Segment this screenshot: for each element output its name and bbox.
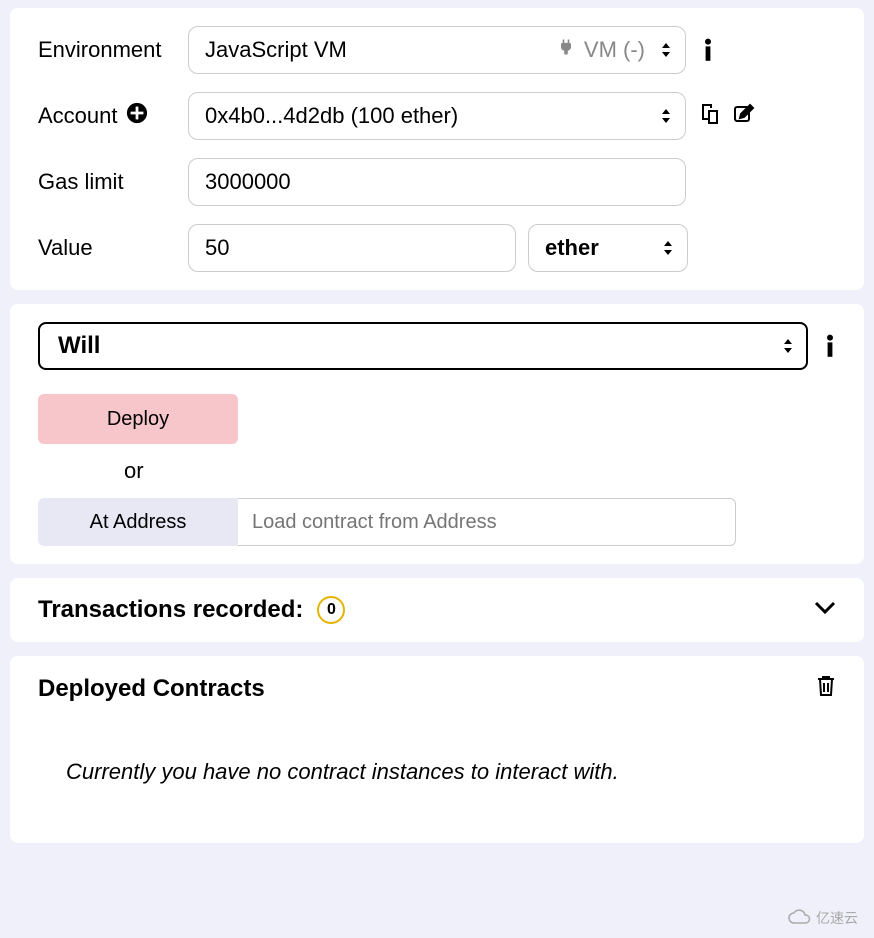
gas-limit-row: Gas limit (38, 158, 836, 206)
plug-icon (556, 37, 576, 63)
account-label: Account (38, 102, 188, 130)
account-value: 0x4b0...4d2db (100 ether) (205, 103, 458, 129)
environment-info-icon[interactable] (702, 38, 714, 62)
chevron-sort-icon (782, 336, 794, 356)
account-row: Account 0x4b0...4d2db (100 ether) (38, 92, 836, 140)
deployed-contracts-panel: Deployed Contracts Currently you have no… (10, 656, 864, 843)
gas-limit-input[interactable] (188, 158, 686, 206)
deployed-contracts-title: Deployed Contracts (38, 675, 265, 703)
account-select[interactable]: 0x4b0...4d2db (100 ether) (188, 92, 686, 140)
or-label: or (124, 458, 836, 484)
copy-icon[interactable] (698, 102, 722, 131)
gas-limit-label: Gas limit (38, 169, 188, 195)
settings-panel: Environment JavaScript VM VM (-) Account (10, 8, 864, 290)
contract-panel: Will Deploy or At Address (10, 304, 864, 564)
chevron-down-icon[interactable] (814, 601, 836, 620)
watermark: 亿速云 (788, 908, 858, 928)
transactions-count-badge: 0 (317, 596, 345, 624)
trash-icon[interactable] (816, 674, 836, 703)
vm-status: VM (-) (584, 37, 645, 63)
transactions-panel[interactable]: Transactions recorded: 0 (10, 578, 864, 642)
transactions-title: Transactions recorded: (38, 596, 303, 624)
load-address-input[interactable] (238, 498, 736, 546)
edit-icon[interactable] (732, 102, 756, 131)
contract-select[interactable]: Will (38, 322, 808, 370)
contract-info-icon[interactable] (824, 334, 836, 358)
environment-label: Environment (38, 37, 188, 63)
at-address-button[interactable]: At Address (38, 498, 238, 546)
add-account-icon[interactable] (126, 102, 148, 130)
value-unit-select[interactable]: ether (528, 224, 688, 272)
deploy-button[interactable]: Deploy (38, 394, 238, 444)
value-input[interactable] (188, 224, 516, 272)
value-row: Value ether (38, 224, 836, 272)
empty-contracts-message: Currently you have no contract instances… (66, 759, 836, 785)
environment-row: Environment JavaScript VM VM (-) (38, 26, 836, 74)
value-unit: ether (545, 235, 599, 261)
value-label: Value (38, 235, 188, 261)
contract-name: Will (58, 332, 100, 360)
environment-select[interactable]: JavaScript VM VM (-) (188, 26, 686, 74)
environment-value: JavaScript VM (205, 37, 347, 63)
